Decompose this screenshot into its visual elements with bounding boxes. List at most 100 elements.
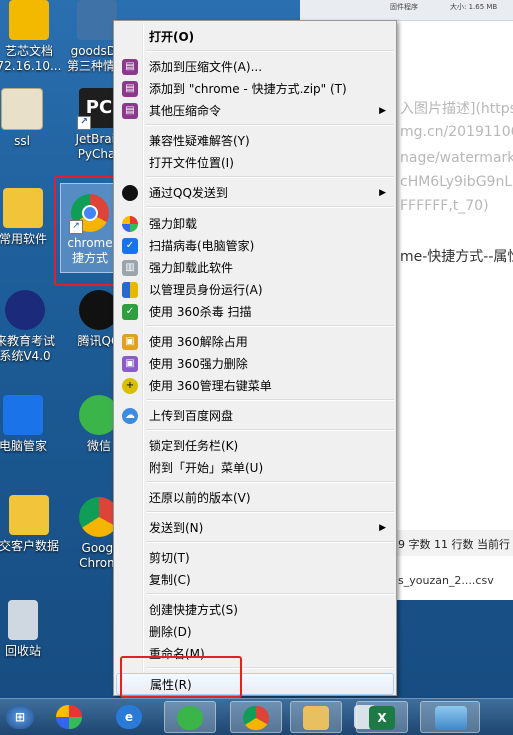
- taskbar-app-excel[interactable]: X: [356, 701, 408, 733]
- taskbar-app-chrome[interactable]: [230, 701, 282, 733]
- menu-item-force-uninstall-this[interactable]: ▥ 强力卸载此软件: [116, 257, 394, 279]
- menu-item-open[interactable]: 打开(O): [116, 26, 394, 48]
- 360-antivirus-icon: ✓: [122, 304, 138, 320]
- menu-item-label: 通过QQ发送到: [149, 186, 228, 200]
- excel-icon: X: [369, 706, 395, 730]
- taskbar: ⊞ e X: [0, 698, 513, 735]
- desktop-icon-pc-manager[interactable]: 电脑管家: [0, 395, 60, 454]
- desktop-icon-label: 常用软件: [0, 232, 47, 246]
- desktop-icon-label: ssl: [14, 134, 30, 148]
- file-info-name: 固件程序: [390, 3, 418, 11]
- menu-item-restore-versions[interactable]: 还原以前的版本(V): [116, 487, 394, 509]
- menu-item-cut[interactable]: 剪切(T): [116, 547, 394, 569]
- taskbar-app-wechat[interactable]: [164, 701, 216, 733]
- menu-item-pin-taskbar[interactable]: 锁定到任务栏(K): [116, 435, 394, 457]
- submenu-arrow-icon: ▶: [379, 106, 386, 116]
- menu-item-label: 使用 360管理右键菜单: [149, 379, 272, 393]
- menu-item-label: 添加到压缩文件(A)...: [149, 60, 263, 74]
- menu-separator: [146, 481, 394, 483]
- menu-item-send-via-qq[interactable]: 通过QQ发送到 ▶: [116, 182, 394, 204]
- menu-separator: [146, 325, 394, 327]
- 360-menu-icon: +: [122, 378, 138, 394]
- editor-text-line: FFFFFF,t_70): [400, 198, 489, 214]
- menu-item-label: 强力卸载: [149, 217, 198, 231]
- menu-separator: [146, 50, 394, 52]
- uninstall-icon: [122, 216, 138, 232]
- desktop-icon-recycle-bin[interactable]: 回收站: [0, 600, 60, 659]
- 360-unlock-icon: ▣: [122, 334, 138, 350]
- menu-item-label: 以管理员身份运行(A): [149, 283, 263, 297]
- menu-item-add-to-zip[interactable]: ▤ 添加到 "chrome - 快捷方式.zip" (T): [116, 78, 394, 100]
- editor-text-line: me-快捷方式--属性: [400, 249, 513, 265]
- python-icon: [77, 0, 117, 40]
- folder-icon: [3, 188, 43, 228]
- menu-item-send-to[interactable]: 发送到(N) ▶: [116, 517, 394, 539]
- menu-item-compat-troubleshoot[interactable]: 兼容性疑难解答(Y): [116, 130, 394, 152]
- taskbar-app-pinwheel[interactable]: [44, 701, 96, 733]
- internet-explorer-icon: e: [116, 705, 142, 729]
- desktop-icon-label: 艺芯文档: [4, 44, 53, 58]
- properties-highlight-box: [120, 656, 242, 698]
- menu-item-open-file-location[interactable]: 打开文件位置(I): [116, 152, 394, 174]
- menu-item-create-shortcut[interactable]: 创建快捷方式(S): [116, 599, 394, 621]
- desktop-icon-label: 回收站: [4, 644, 41, 658]
- desktop-icon-label: 72.16.10...: [0, 59, 62, 73]
- menu-separator: [146, 429, 394, 431]
- shortcut-arrow-icon: ↗: [77, 116, 91, 130]
- submenu-arrow-icon: ▶: [379, 523, 386, 533]
- taskbar-app-ie[interactable]: e: [104, 701, 156, 733]
- desktop-icon-ssl[interactable]: ssl: [0, 88, 59, 149]
- taskbar-app-image-viewer[interactable]: [420, 701, 480, 733]
- desktop-icon-customer-data[interactable]: 交客户数据: [0, 495, 66, 554]
- tencent-shield-icon: ✓: [122, 238, 138, 254]
- desktop-icon-exam-system[interactable]: 来教育考试 系统V4.0: [0, 290, 62, 364]
- desktop-icon-label: 交客户数据: [0, 539, 59, 553]
- winrar-icon: ▤: [122, 103, 138, 119]
- chrome-icon: [243, 706, 269, 730]
- menu-item-scan-virus[interactable]: ✓ 扫描病毒(电脑管家): [116, 235, 394, 257]
- desktop-icon-common-software[interactable]: 常用软件: [0, 188, 60, 247]
- editor-status-bar: 9 字数 11 行数 当前行: [394, 530, 513, 556]
- menu-item-label: 使用 360强力删除: [149, 357, 248, 371]
- menu-item-360-unlock[interactable]: ▣ 使用 360解除占用: [116, 331, 394, 353]
- menu-item-label: 上传到百度网盘: [149, 409, 234, 423]
- menu-item-label: 删除(D): [149, 625, 192, 639]
- menu-item-label: 扫描病毒(电脑管家): [149, 239, 255, 253]
- menu-item-run-as-admin[interactable]: 以管理员身份运行(A): [116, 279, 394, 301]
- baidu-cloud-icon: ☁: [122, 408, 138, 424]
- menu-item-label: 其他压缩命令: [149, 104, 222, 118]
- desktop-icon-label: 来教育考试: [0, 334, 55, 348]
- menu-item-label: 使用 360杀毒 扫描: [149, 305, 252, 319]
- menu-item-label: 锁定到任务栏(K): [149, 439, 239, 453]
- menu-item-360-manage-menu[interactable]: + 使用 360管理右键菜单: [116, 375, 394, 397]
- menu-item-copy[interactable]: 复制(C): [116, 569, 394, 591]
- menu-item-label: 剪切(T): [149, 551, 190, 565]
- menu-item-delete[interactable]: 删除(D): [116, 621, 394, 643]
- editor-text-line: nage/watermark,ty: [400, 150, 513, 166]
- menu-separator: [146, 399, 394, 401]
- start-button[interactable]: ⊞: [0, 701, 40, 733]
- menu-item-label: 还原以前的版本(V): [149, 491, 251, 505]
- context-menu: 打开(O) ▤ 添加到压缩文件(A)... ▤ 添加到 "chrome - 快捷方式…: [113, 20, 397, 696]
- menu-item-add-to-archive[interactable]: ▤ 添加到压缩文件(A)...: [116, 56, 394, 78]
- submenu-arrow-icon: ▶: [379, 188, 386, 198]
- windows-start-icon: ⊞: [6, 705, 34, 729]
- csv-file-entry[interactable]: s_youzan_2....csv: [394, 556, 513, 600]
- menu-item-pin-start[interactable]: 附到「开始」菜单(U): [116, 457, 394, 479]
- menu-item-360-delete[interactable]: ▣ 使用 360强力删除: [116, 353, 394, 375]
- menu-separator: [146, 124, 394, 126]
- menu-item-label: 使用 360解除占用: [149, 335, 248, 349]
- exam-app-icon: [5, 290, 45, 330]
- desktop-icon-yixin-doc[interactable]: 艺芯文档 72.16.10...: [0, 0, 66, 74]
- menu-item-force-uninstall[interactable]: 强力卸载: [116, 213, 394, 235]
- file-info-strip: 固件程序 大小: 1.65 MB: [300, 0, 513, 21]
- menu-item-baidu-upload[interactable]: ☁ 上传到百度网盘: [116, 405, 394, 427]
- document-icon: [9, 0, 49, 40]
- menu-item-label: 打开(O): [149, 30, 195, 44]
- taskbar-app-explorer[interactable]: [290, 701, 342, 733]
- menu-item-other-compress[interactable]: ▤ 其他压缩命令 ▶: [116, 100, 394, 122]
- file-info-size: 大小: 1.65 MB: [450, 3, 498, 11]
- winrar-icon: ▤: [122, 59, 138, 75]
- menu-item-360-scan[interactable]: ✓ 使用 360杀毒 扫描: [116, 301, 394, 323]
- file-explorer-icon: [303, 706, 329, 730]
